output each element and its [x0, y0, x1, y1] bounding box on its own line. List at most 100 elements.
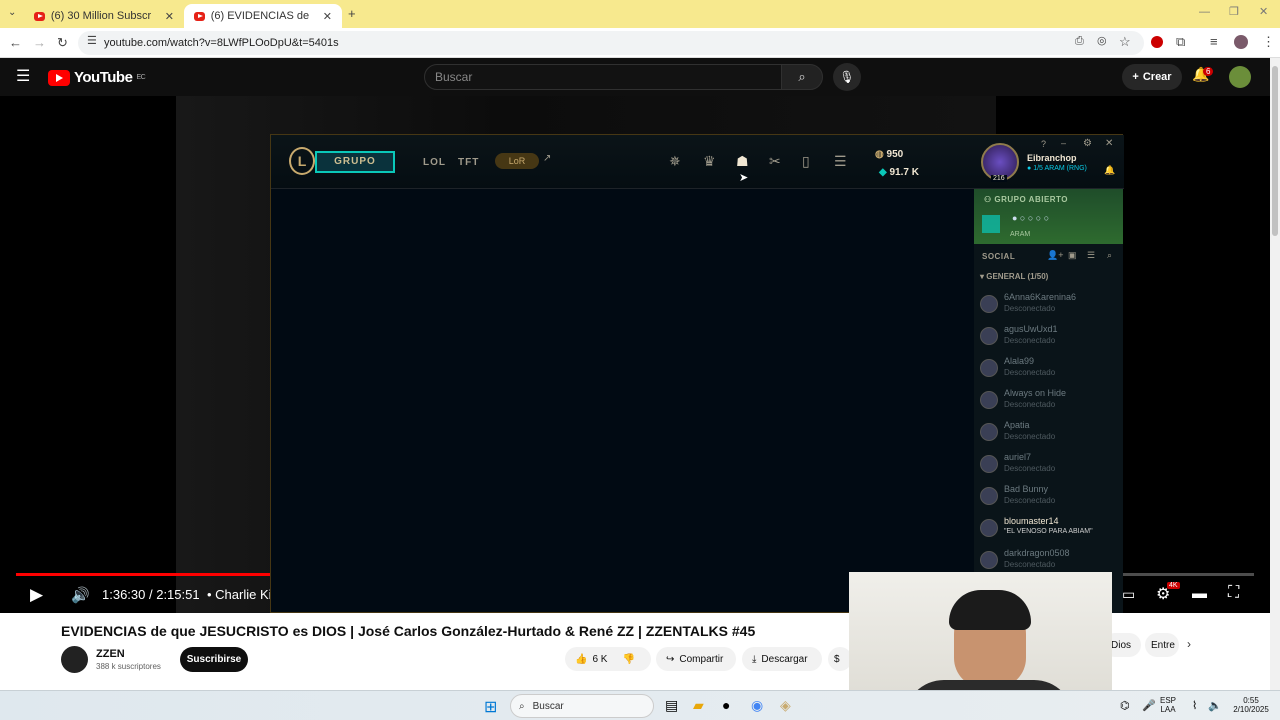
friend-row[interactable]: agusUwUxd1 Desconectado: [974, 321, 1123, 353]
lol-minimize-icon[interactable]: –: [1061, 138, 1066, 148]
add-friend-icon[interactable]: 👤+: [1047, 250, 1063, 261]
chips-next-icon[interactable]: ›: [1187, 637, 1191, 651]
microphone-icon[interactable]: 🎤: [1142, 699, 1156, 712]
search-button[interactable]: ⌕: [781, 64, 823, 90]
app-icon-black[interactable]: ●: [722, 697, 730, 713]
help-icon[interactable]: ?: [1041, 139, 1046, 149]
tab-list-icon[interactable]: ⌄: [8, 8, 16, 18]
clock[interactable]: 0:55 2/10/2025: [1226, 696, 1276, 714]
scrollbar-thumb[interactable]: [1272, 66, 1278, 236]
like-icon[interactable]: 👍: [575, 654, 587, 665]
close-window-icon[interactable]: ✕: [1259, 7, 1268, 18]
list-view-icon[interactable]: ☰: [1087, 250, 1095, 261]
friend-avatar-icon: [980, 487, 998, 505]
friend-row[interactable]: Alala99 Desconectado: [974, 353, 1123, 385]
friend-row[interactable]: 6Anna6Karenina6 Desconectado: [974, 289, 1123, 321]
restore-icon[interactable]: ❐: [1229, 7, 1239, 18]
voice-search-icon[interactable]: 🎙: [833, 63, 861, 91]
language-indicator[interactable]: ESP LAA: [1160, 696, 1176, 714]
hamburger-menu-icon[interactable]: ☰: [16, 69, 30, 85]
friend-status: Desconectado: [1004, 336, 1056, 345]
account-avatar[interactable]: [1229, 66, 1251, 88]
speaker-icon[interactable]: 🔈: [1208, 699, 1222, 712]
store-icon[interactable]: ☰: [834, 153, 847, 170]
file-explorer-icon[interactable]: ▰: [693, 697, 704, 714]
tab-2[interactable]: (6) EVIDENCIAS de que JESUCR ✕: [184, 4, 342, 28]
summoner-name[interactable]: Eibranchop: [1027, 153, 1077, 163]
lol-settings-icon[interactable]: ⚙: [1083, 138, 1092, 149]
task-view-icon[interactable]: ▤: [665, 697, 678, 714]
nav-lor[interactable]: LoR: [495, 153, 539, 169]
reload-icon[interactable]: ↻: [57, 36, 68, 49]
external-link-icon[interactable]: ↗: [543, 153, 551, 164]
search-input[interactable]: Buscar: [424, 64, 782, 90]
friend-row[interactable]: Apatia Desconectado: [974, 417, 1123, 449]
league-client-icon[interactable]: ◈: [780, 697, 791, 714]
collection-icon[interactable]: ☗: [736, 153, 749, 170]
volume-icon[interactable]: 🔊: [71, 586, 90, 604]
play-button-icon[interactable]: ▶: [30, 585, 43, 605]
tab-1[interactable]: (6) 30 Million Subscriber MIX | T ✕: [24, 4, 184, 28]
theater-mode-icon[interactable]: ▬: [1192, 585, 1207, 602]
nav-lol[interactable]: LOL: [423, 157, 446, 168]
new-tab-icon[interactable]: +: [348, 7, 356, 20]
extension-opera-icon[interactable]: [1151, 36, 1163, 48]
friend-row[interactable]: auriel7 Desconectado: [974, 449, 1123, 481]
page-scrollbar[interactable]: [1270, 58, 1280, 690]
channel-name[interactable]: ZZEN: [96, 648, 125, 660]
media-icon[interactable]: ≡: [1210, 35, 1218, 48]
dislike-icon[interactable]: 👎: [622, 654, 634, 665]
taskbar-search[interactable]: ⌕ Buscar: [510, 694, 654, 718]
friend-row[interactable]: bloumaster14 "EL VENOSO PARA ABIAM": [974, 513, 1123, 545]
open-party-panel[interactable]: ⚇ GRUPO ABIERTO ● ○ ○ ○ ○ ARAM: [974, 189, 1123, 244]
subscribe-button[interactable]: Suscribirse: [180, 647, 248, 672]
clock-date: 2/10/2025: [1233, 705, 1269, 714]
site-info-icon[interactable]: ☰: [87, 36, 97, 47]
friend-group-header[interactable]: ▾ GENERAL (1/50): [980, 272, 1048, 281]
league-logo-icon[interactable]: L: [289, 147, 315, 175]
tft-icon[interactable]: ▯: [802, 153, 810, 170]
miniplayer-icon[interactable]: ▭: [1122, 586, 1135, 603]
install-icon[interactable]: ⎙: [1075, 36, 1084, 47]
home-icon[interactable]: ✵: [669, 153, 681, 170]
menu-kebab-icon[interactable]: ⋮: [1262, 35, 1275, 48]
extensions-puzzle-icon[interactable]: ⧉: [1176, 35, 1185, 48]
nav-tft[interactable]: TFT: [458, 157, 479, 168]
youtube-logo[interactable]: YouTube EC: [48, 69, 146, 86]
lol-close-icon[interactable]: ✕: [1105, 138, 1113, 149]
fullscreen-icon[interactable]: ⛶: [1228, 584, 1239, 602]
friend-row[interactable]: Always on Hide Desconectado: [974, 385, 1123, 417]
url-field[interactable]: ☰ youtube.com/watch?v=8LWfPLOoDpU&t=5401…: [78, 31, 1144, 55]
profile-icon[interactable]: ♛: [703, 153, 716, 170]
like-count[interactable]: 6 K: [592, 654, 607, 665]
download-button[interactable]: ⤓ Descargar: [742, 647, 822, 671]
bookmark-star-icon[interactable]: ☆: [1119, 35, 1131, 48]
quality-badge: 4K: [1167, 582, 1180, 589]
close-tab-icon[interactable]: ✕: [165, 10, 174, 23]
minimize-icon[interactable]: —: [1199, 7, 1210, 18]
close-tab-icon[interactable]: ✕: [323, 10, 332, 23]
chip-entre[interactable]: Entre: [1145, 633, 1179, 657]
profile-avatar[interactable]: [1234, 35, 1248, 49]
lol-notifications-icon[interactable]: 🔔: [1104, 165, 1115, 176]
hide-eye-icon[interactable]: ◎: [1097, 36, 1107, 47]
network-icon[interactable]: ⌬: [1120, 699, 1130, 712]
blue-essence: ◍ 950: [875, 149, 903, 160]
party-button[interactable]: GRUPO: [315, 151, 395, 173]
friend-search-icon[interactable]: ⌕: [1107, 250, 1112, 261]
add-folder-icon[interactable]: ▣: [1068, 250, 1077, 261]
chapter-title[interactable]: • Charlie Ki: [207, 587, 272, 602]
friend-row[interactable]: Bad Bunny Desconectado: [974, 481, 1123, 513]
create-button[interactable]: + Crear: [1122, 64, 1182, 90]
download-icon: ⤓: [752, 653, 757, 665]
wifi-icon[interactable]: ⌇: [1192, 699, 1197, 712]
youtube-header: ☰ YouTube EC Buscar ⌕ 🎙 + Crear 🔔 6: [0, 58, 1270, 96]
forward-icon[interactable]: →: [33, 36, 46, 49]
loot-icon[interactable]: ✂: [769, 153, 781, 170]
windows-start-icon[interactable]: ⊞: [484, 697, 497, 717]
chrome-icon[interactable]: ◉: [751, 697, 763, 714]
share-button[interactable]: ↪ Compartir: [656, 647, 736, 671]
channel-avatar[interactable]: [61, 646, 88, 673]
friend-avatar-icon: [980, 551, 998, 569]
back-icon[interactable]: ←: [9, 36, 22, 49]
